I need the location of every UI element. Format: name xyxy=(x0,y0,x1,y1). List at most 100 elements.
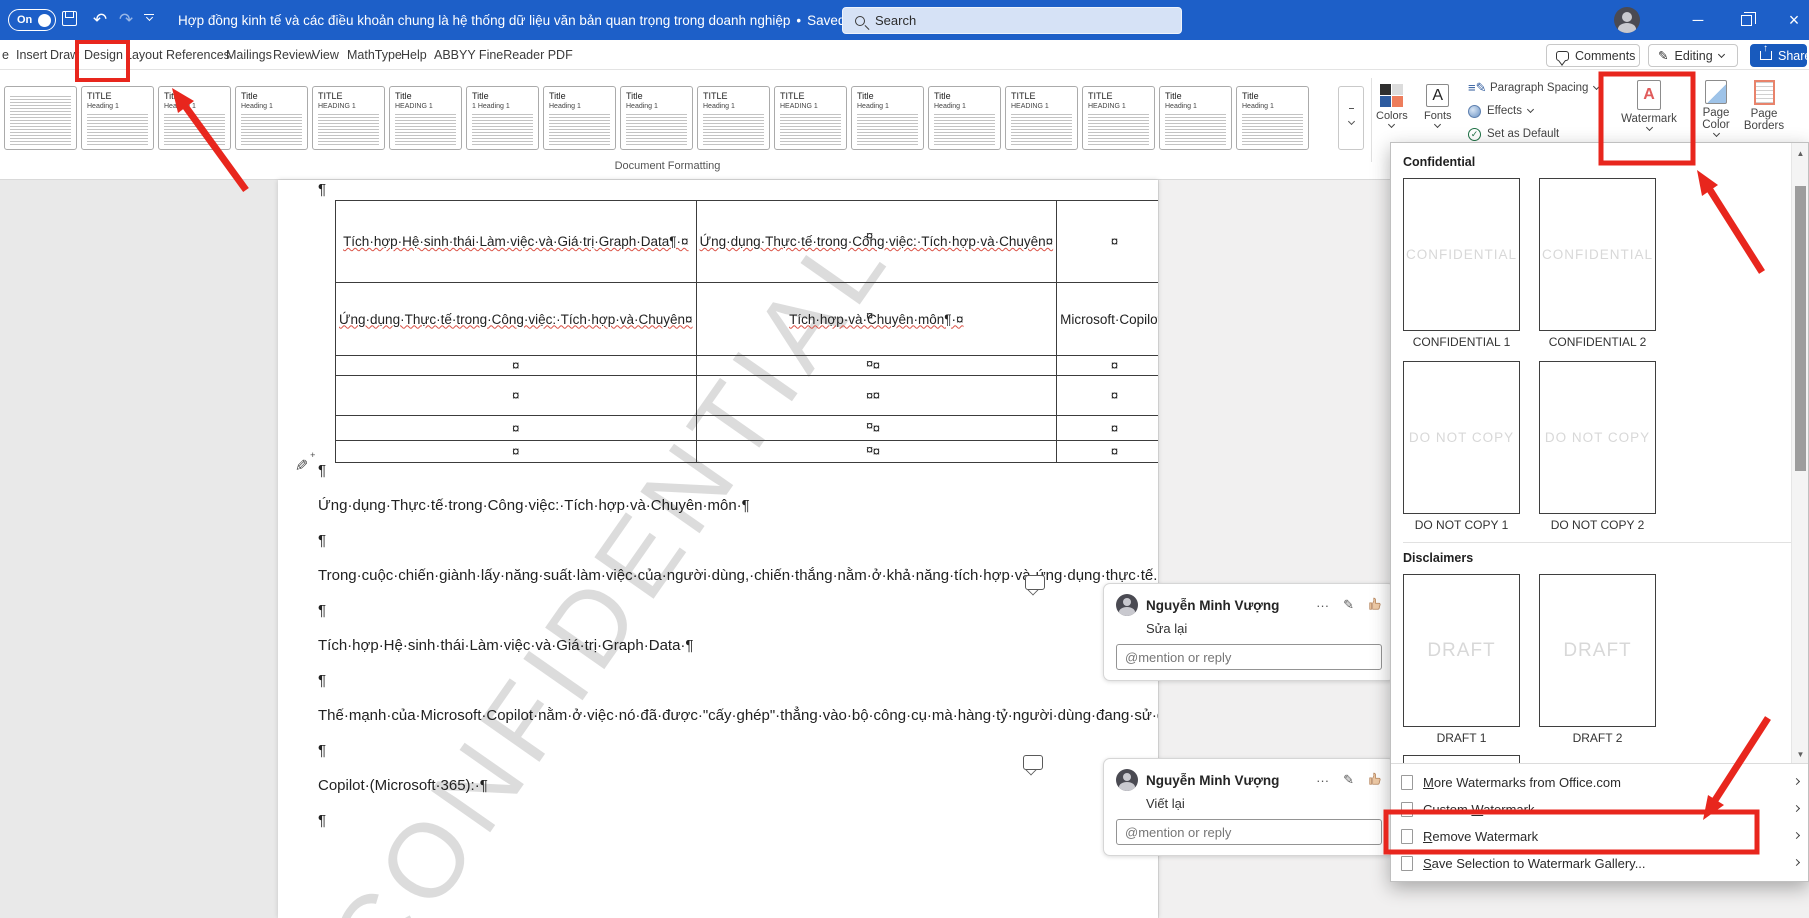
page-color-button[interactable]: Page Color xyxy=(1694,80,1738,136)
ribbon-tab[interactable]: Mailings xyxy=(226,40,272,70)
table-cell[interactable]: ¤ xyxy=(1057,356,1158,376)
table-cell[interactable]: Ứng·dụng·Thực·tế·trong·Công·việc:·Tích·h… xyxy=(336,283,697,356)
thumbnail-body-lines xyxy=(241,114,302,145)
ribbon-tab[interactable]: References xyxy=(166,40,230,70)
style-set-thumbnail[interactable]: TITLE HEADING 1 xyxy=(774,86,847,150)
page-borders-button[interactable]: Page Borders xyxy=(1740,80,1788,132)
table-cell[interactable]: ¤ xyxy=(1057,441,1158,463)
redo-icon[interactable]: ↷ xyxy=(114,8,138,32)
scrollbar-thumb[interactable] xyxy=(1795,186,1806,471)
cell-end-mark: ¤ xyxy=(866,388,873,403)
table-cell[interactable]: Tích·hợp·Hệ·sinh·thái·Làm·việc·và·Giá·tr… xyxy=(336,201,697,283)
watermark-gallery-item[interactable]: DRAFT DRAFT 1 xyxy=(1403,574,1520,745)
table-cell[interactable]: Ứng·dụng·Thực·tế·trong·Công·việc:·Tích·h… xyxy=(696,201,1057,283)
comment-reply-input[interactable] xyxy=(1116,819,1382,845)
style-set-thumbnail[interactable]: Title Heading 1 xyxy=(543,86,616,150)
style-set-thumbnail[interactable]: TITLE HEADING 1 xyxy=(1082,86,1155,150)
ribbon-tab[interactable]: Review xyxy=(273,40,314,70)
style-set-thumbnail[interactable]: TITLE HEADING 1 xyxy=(312,86,385,150)
watermark-menu-item[interactable]: Remove Watermark xyxy=(1391,823,1808,850)
editor-pen-icon[interactable]: ✎ xyxy=(291,458,311,471)
table-cell[interactable]: Tích·hợp·và·Chuyên·môn¶·¤ xyxy=(696,283,1057,356)
scroll-down-icon[interactable]: ▼ xyxy=(1792,746,1809,763)
comments-button[interactable]: Comments xyxy=(1546,44,1640,67)
watermark-gallery-item[interactable]: DRAFT DRAFT 2 xyxy=(1539,574,1656,745)
style-set-thumbnail[interactable]: Title 1 Heading 1 xyxy=(466,86,539,150)
watermark-dropdown: Confidential CONFIDENTIAL CONFIDENTIAL 1 xyxy=(1390,142,1809,882)
edit-comment-icon[interactable]: ✎ xyxy=(1343,772,1354,788)
restore-button[interactable] xyxy=(1726,0,1766,40)
watermark-gallery-item[interactable]: DO NOT COPY DO NOT COPY 1 xyxy=(1403,361,1520,532)
style-set-thumbnail[interactable]: Title Heading 1 xyxy=(928,86,1001,150)
avatar[interactable] xyxy=(1614,7,1640,33)
colors-button[interactable]: Colors xyxy=(1376,84,1408,127)
fonts-button[interactable]: A Fonts xyxy=(1424,84,1452,127)
table-cell[interactable]: ¤ xyxy=(1057,376,1158,416)
watermark-menu-item[interactable]: More Watermarks from Office.com xyxy=(1391,769,1808,796)
editing-mode-button[interactable]: ✎ Editing xyxy=(1648,44,1738,67)
watermark-button[interactable]: A Watermark xyxy=(1608,80,1690,130)
dropdown-scrollbar[interactable]: ▲ ▼ xyxy=(1791,143,1808,765)
comment-anchor-icon[interactable] xyxy=(1023,755,1043,770)
table-cell[interactable]: ¤ xyxy=(336,376,697,416)
watermark-menu-item[interactable]: Custom Watermark... xyxy=(1391,796,1808,823)
watermark-gallery-item[interactable]: CONFIDENTIAL CONFIDENTIAL 1 xyxy=(1403,178,1520,349)
like-icon[interactable] xyxy=(1368,772,1382,789)
watermark-gallery-item[interactable]: CONFIDENTIAL CONFIDENTIAL 2 xyxy=(1539,178,1656,349)
table-cell[interactable]: ¤ xyxy=(1057,416,1158,441)
comment-reply-input[interactable] xyxy=(1116,644,1382,670)
chevron-down-icon xyxy=(1645,124,1652,131)
more-options-icon[interactable]: ··· xyxy=(1316,773,1329,788)
ribbon-tab[interactable]: Design xyxy=(84,40,123,70)
effects-button[interactable]: Effects xyxy=(1468,103,1599,119)
table-cell[interactable]: ¤ xyxy=(696,376,1057,416)
more-options-icon[interactable]: ··· xyxy=(1316,598,1329,613)
undo-icon[interactable]: ↶ xyxy=(88,8,112,32)
ribbon-tab[interactable]: Draw xyxy=(50,40,79,70)
ribbon-tab[interactable]: ABBYY FineReader PDF xyxy=(434,40,573,70)
comment-card[interactable]: Nguyễn Minh Vượng ··· ✎ Sửa lại xyxy=(1103,583,1395,681)
set-as-default-button[interactable]: ✓ Set as Default xyxy=(1468,126,1599,142)
style-set-thumbnail[interactable] xyxy=(4,86,77,150)
watermark-menu-item[interactable]: Save Selection to Watermark Gallery... xyxy=(1391,850,1808,877)
style-set-thumbnail[interactable]: Title Heading 1 xyxy=(158,86,231,150)
table-cell[interactable]: ¤ xyxy=(1057,201,1158,283)
autosave-toggle[interactable]: On xyxy=(8,9,56,31)
effects-icon xyxy=(1468,105,1481,118)
ribbon-tab[interactable]: e xyxy=(2,40,9,70)
share-button[interactable]: Share xyxy=(1750,44,1807,67)
scroll-up-icon[interactable]: ▲ xyxy=(1792,145,1809,162)
comment-anchor-icon[interactable] xyxy=(1025,575,1045,590)
document-page[interactable]: CONFIDENTIAL ¶ Tích·hợp·Hệ·sinh·thái·Làm… xyxy=(278,180,1158,918)
close-button[interactable]: × xyxy=(1774,0,1809,40)
style-set-thumbnail[interactable]: Title Heading 1 xyxy=(235,86,308,150)
watermark-gallery-item[interactable]: DO NOT COPY DO NOT COPY 2 xyxy=(1539,361,1656,532)
style-set-thumbnail[interactable]: Title Heading 1 xyxy=(851,86,924,150)
edit-comment-icon[interactable]: ✎ xyxy=(1343,597,1354,613)
comment-card[interactable]: Nguyễn Minh Vượng ··· ✎ Viết lại xyxy=(1103,758,1395,856)
style-set-thumbnail[interactable]: Title Heading 1 xyxy=(1159,86,1232,150)
minimize-button[interactable]: ─ xyxy=(1678,0,1718,40)
ribbon-tab[interactable]: Help xyxy=(401,40,427,70)
style-set-thumbnail[interactable]: TITLE Heading 1 xyxy=(697,86,770,150)
search-input[interactable]: Search xyxy=(842,7,1182,34)
table-cell[interactable]: Microsoft·Copilot¤ xyxy=(1057,283,1158,356)
table-cell[interactable]: ¤ xyxy=(336,356,697,376)
gallery-more-button[interactable] xyxy=(1338,86,1364,150)
ribbon-tab[interactable]: Layout xyxy=(125,40,163,70)
style-set-thumbnail[interactable]: Title HEADING 1 xyxy=(389,86,462,150)
ribbon-tab[interactable]: Insert xyxy=(16,40,47,70)
style-set-thumbnail[interactable]: Title Heading 1 xyxy=(620,86,693,150)
style-set-thumbnail[interactable]: TITLE HEADING 1 xyxy=(1005,86,1078,150)
ribbon-tab[interactable]: MathType xyxy=(347,40,402,70)
table-cell[interactable]: ¤ xyxy=(336,416,697,441)
paragraph-spacing-button[interactable]: ≡✎ Paragraph Spacing xyxy=(1468,80,1599,96)
save-icon[interactable] xyxy=(62,11,77,26)
style-set-thumbnail[interactable]: Title Heading 1 xyxy=(1236,86,1309,150)
ribbon-tab[interactable]: View xyxy=(312,40,339,70)
like-icon[interactable] xyxy=(1368,597,1382,614)
style-set-thumbnail[interactable]: TITLE Heading 1 xyxy=(81,86,154,150)
table-cell[interactable]: ¤ xyxy=(696,416,1057,441)
table-cell[interactable]: ¤ xyxy=(696,356,1057,376)
customize-quick-access-icon[interactable] xyxy=(144,14,154,23)
